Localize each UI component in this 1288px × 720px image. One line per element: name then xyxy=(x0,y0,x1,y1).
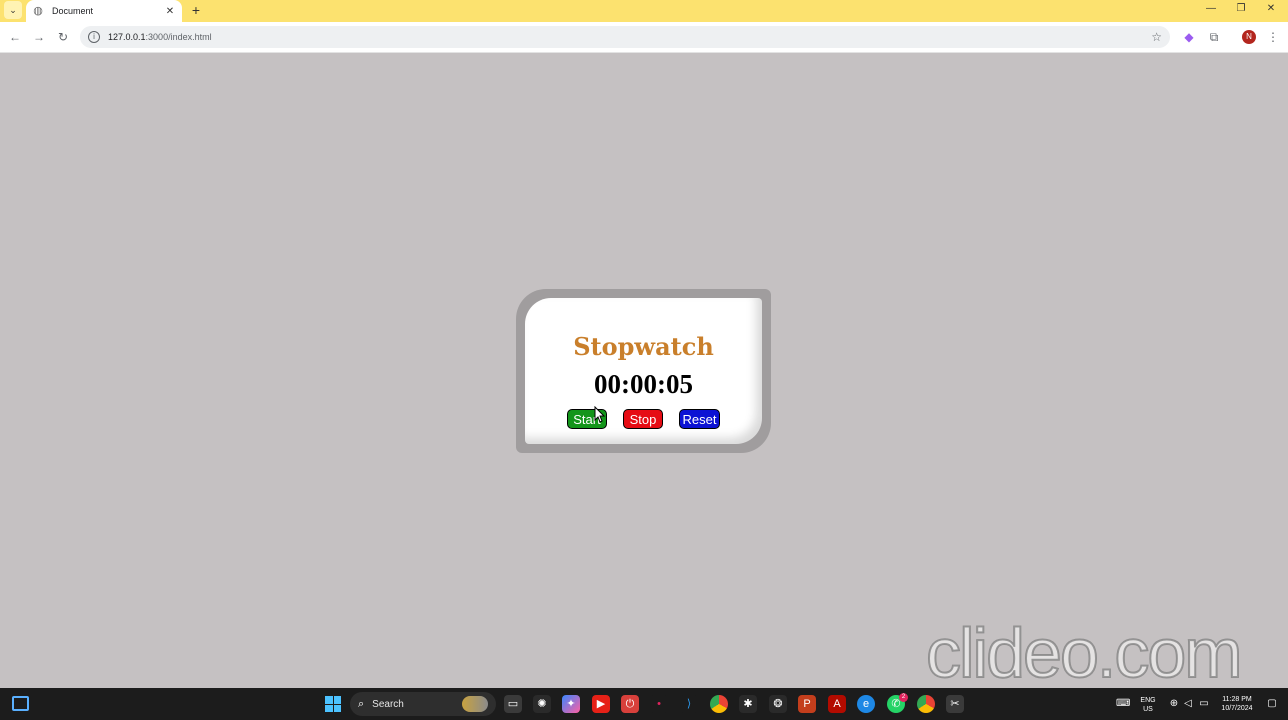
network-icon[interactable]: ⊕ xyxy=(1168,698,1180,709)
region-code: US xyxy=(1143,706,1153,713)
language-code: ENG xyxy=(1140,697,1156,704)
taskbar-search-label: Search xyxy=(372,698,404,710)
menu-kebab-icon[interactable]: ⋮ xyxy=(1266,30,1280,44)
search-highlight-icon xyxy=(462,696,488,712)
clock[interactable]: 11:28 PM 10/7/2024 xyxy=(1214,695,1260,713)
power-app-icon[interactable]: ⏻ xyxy=(621,695,639,713)
chatgpt-icon[interactable]: ✺ xyxy=(533,695,551,713)
stopwatch-card: Stopwatch 00:00:05 Start Stop Reset xyxy=(525,298,762,444)
taskbar-search[interactable]: ⌕ Search xyxy=(350,692,496,716)
stopwatch-frame: Stopwatch 00:00:05 Start Stop Reset xyxy=(516,289,771,453)
search-icon: ⌕ xyxy=(358,697,365,710)
tab-search-button[interactable]: ⌄ xyxy=(4,1,22,19)
stopwatch-time-display: 00:00:05 xyxy=(594,369,693,399)
openai-icon[interactable]: ❂ xyxy=(769,695,787,713)
clock-time: 11:28 PM xyxy=(1222,696,1252,703)
tab-title: Document xyxy=(52,6,94,16)
url-host: 127.0.0.1 xyxy=(108,32,146,42)
browser-tab[interactable]: ◍ Document ✕ xyxy=(26,0,182,22)
volume-icon[interactable]: ◁ xyxy=(1182,698,1194,709)
stopwatch-title: Stopwatch xyxy=(573,332,714,361)
mouse-cursor-icon xyxy=(594,406,606,423)
profile-avatar[interactable]: N xyxy=(1242,30,1256,44)
reload-icon[interactable]: ↻ xyxy=(56,30,70,44)
url-text[interactable]: 127.0.0.1:3000/index.html xyxy=(108,32,1151,42)
whatsapp-badge: 2 xyxy=(899,693,908,702)
chrome-icon[interactable] xyxy=(710,695,728,713)
copilot-icon[interactable]: ✦ xyxy=(562,695,580,713)
url-path: :3000/index.html xyxy=(145,32,212,42)
restore-button[interactable]: ❐ xyxy=(1233,3,1249,14)
back-icon[interactable]: ← xyxy=(8,30,22,44)
browser-toolbar: ← → ↻ i 127.0.0.1:3000/index.html ☆ ◆ ⧉ … xyxy=(0,22,1288,53)
keyboard-icon[interactable]: ⌨ xyxy=(1116,698,1130,709)
powerpoint-icon[interactable]: P xyxy=(798,695,816,713)
reset-button[interactable]: Reset xyxy=(679,409,720,429)
globe-icon: ◍ xyxy=(33,5,43,17)
store-icon[interactable]: ✱ xyxy=(739,695,757,713)
vscode-icon[interactable]: ⟩ xyxy=(680,695,698,713)
stop-button[interactable]: Stop xyxy=(623,409,663,429)
windows-start-icon[interactable] xyxy=(325,696,341,712)
widgets-icon[interactable] xyxy=(12,696,29,711)
extension-icon[interactable]: ◆ xyxy=(1182,30,1196,44)
snipping-tool-icon[interactable]: ✂ xyxy=(946,695,964,713)
language-indicator[interactable]: ENG US xyxy=(1136,696,1160,714)
maps-pin-icon[interactable]: • xyxy=(650,695,668,713)
browser-tabstrip: ⌄ ◍ Document ✕ + — ❐ ✕ xyxy=(0,0,1288,22)
edge-icon[interactable]: e xyxy=(857,695,875,713)
chrome-active-icon[interactable] xyxy=(917,695,935,713)
notification-icon[interactable]: ▢ xyxy=(1266,698,1278,709)
close-icon[interactable]: ✕ xyxy=(164,6,176,17)
battery-icon[interactable]: ▭ xyxy=(1198,698,1210,709)
acrobat-icon[interactable]: A xyxy=(828,695,846,713)
taskbar: ⌕ Search ▭ ✺ ✦ ▶ ⏻ • ⟩ ✱ ❂ P A e ✆ 2 ✂ ⌨… xyxy=(0,688,1288,720)
forward-icon[interactable]: → xyxy=(32,30,46,44)
watermark: clideo.com xyxy=(925,613,1244,693)
youtube-icon[interactable]: ▶ xyxy=(592,695,610,713)
site-info-icon[interactable]: i xyxy=(88,31,100,43)
address-bar[interactable]: i 127.0.0.1:3000/index.html ☆ xyxy=(80,26,1170,48)
minimize-button[interactable]: — xyxy=(1203,3,1219,14)
close-window-button[interactable]: ✕ xyxy=(1263,3,1279,14)
clock-date: 10/7/2024 xyxy=(1221,705,1253,712)
bookmark-star-icon[interactable]: ☆ xyxy=(1151,30,1162,44)
new-tab-button[interactable]: + xyxy=(188,2,204,18)
task-view-icon[interactable]: ▭ xyxy=(504,695,522,713)
extensions-puzzle-icon[interactable]: ⧉ xyxy=(1207,30,1221,44)
